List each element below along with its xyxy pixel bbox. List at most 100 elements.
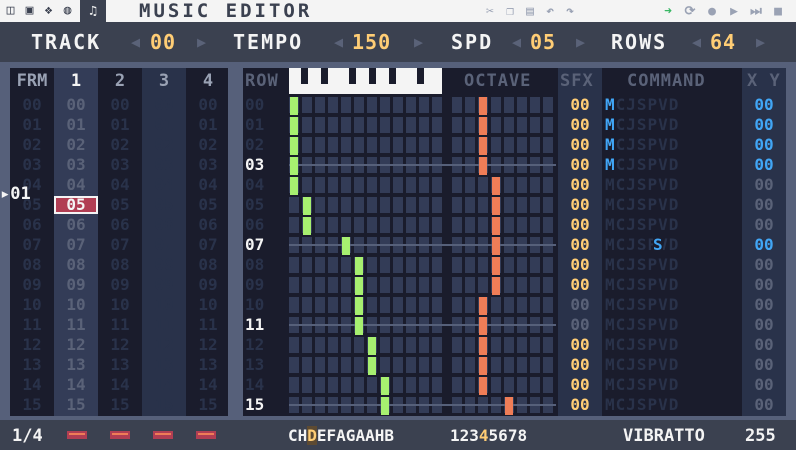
note-grid-cell[interactable]: [354, 357, 364, 373]
note-grid-cell[interactable]: [406, 97, 416, 113]
octave-grid-cell[interactable]: [530, 377, 540, 393]
octave-grid-cell[interactable]: [465, 217, 475, 233]
note-grid-cell[interactable]: [289, 197, 299, 213]
frame-cell[interactable]: 07: [54, 236, 98, 254]
octave-grid-cell[interactable]: [517, 377, 527, 393]
note-grid-cell[interactable]: [341, 197, 351, 213]
note-selector[interactable]: CHDEFAGAAHB: [288, 426, 394, 446]
octave-grid-cell[interactable]: [543, 377, 553, 393]
octave-grid-cell[interactable]: [491, 337, 501, 353]
octave-grid-cell[interactable]: [530, 117, 540, 133]
octave-grid-cell[interactable]: [530, 257, 540, 273]
octave-grid-cell[interactable]: [517, 137, 527, 153]
track-decrement-button[interactable]: ◀: [131, 31, 140, 53]
sfx-value[interactable]: 00: [558, 256, 602, 274]
octave-grid-cell[interactable]: [517, 217, 527, 233]
octave-grid-cell[interactable]: [530, 297, 540, 313]
music-icon[interactable]: ♫: [80, 0, 106, 22]
octave-grid-cell[interactable]: [504, 257, 514, 273]
xy-value[interactable]: 00: [742, 196, 786, 214]
frame-cell[interactable]: 12: [142, 336, 186, 354]
xy-value[interactable]: 00: [742, 396, 786, 414]
command-row[interactable]: MCJSPVD: [605, 136, 679, 154]
frame-cell[interactable]: 07: [98, 236, 142, 254]
note-grid-cell[interactable]: [328, 297, 338, 313]
frame-cell[interactable]: 07: [142, 236, 186, 254]
note-marker[interactable]: [355, 257, 363, 275]
frame-cell[interactable]: 05: [186, 196, 230, 214]
note-marker[interactable]: [368, 337, 376, 355]
frame-cell[interactable]: 00: [98, 96, 142, 114]
note-grid-cell[interactable]: [380, 297, 390, 313]
note-grid-cell[interactable]: [393, 137, 403, 153]
note-grid-cell[interactable]: [367, 117, 377, 133]
octave-grid-cell[interactable]: [517, 277, 527, 293]
note-grid-cell[interactable]: [419, 357, 429, 373]
note-grid-cell[interactable]: [393, 277, 403, 293]
note-grid-cell[interactable]: [354, 217, 364, 233]
note-grid-cell[interactable]: [432, 297, 442, 313]
note-grid-cell[interactable]: [341, 337, 351, 353]
note-marker[interactable]: [355, 297, 363, 315]
note-marker[interactable]: [303, 217, 311, 235]
octave-marker[interactable]: [492, 177, 500, 195]
frame-cell[interactable]: 11: [186, 316, 230, 334]
note-grid-cell[interactable]: [289, 337, 299, 353]
frame-cell[interactable]: 00: [54, 96, 98, 114]
sfx-value[interactable]: 00: [558, 356, 602, 374]
tempo-increment-button[interactable]: ▶: [414, 31, 423, 53]
octave-grid-cell[interactable]: [504, 137, 514, 153]
octave-grid-cell[interactable]: [530, 197, 540, 213]
note-grid-cell[interactable]: [367, 277, 377, 293]
octave-grid-cell[interactable]: [530, 217, 540, 233]
octave-grid-cell[interactable]: [465, 337, 475, 353]
note-grid-cell[interactable]: [406, 137, 416, 153]
octave-grid-cell[interactable]: [452, 337, 462, 353]
frame-cell[interactable]: 03: [98, 156, 142, 174]
channel-2-header[interactable]: 2: [98, 71, 142, 91]
note-grid-cell[interactable]: [406, 377, 416, 393]
note-grid-cell[interactable]: [393, 177, 403, 193]
frame-cell[interactable]: 09: [98, 276, 142, 294]
sfx-value[interactable]: 00: [558, 216, 602, 234]
frame-cell[interactable]: 10: [54, 296, 98, 314]
note-grid-cell[interactable]: [328, 117, 338, 133]
active-command[interactable]: M: [605, 136, 615, 154]
octave-marker[interactable]: [479, 337, 487, 355]
frame-cell[interactable]: 04: [186, 176, 230, 194]
note-grid-cell[interactable]: [393, 217, 403, 233]
note-grid-cell[interactable]: [406, 217, 416, 233]
xy-value[interactable]: 00: [742, 136, 786, 154]
octave-grid-cell[interactable]: [530, 137, 540, 153]
octave-grid-cell[interactable]: [504, 177, 514, 193]
frame-cell[interactable]: 08: [142, 256, 186, 274]
octave-grid-cell[interactable]: [530, 357, 540, 373]
note-grid-cell[interactable]: [302, 357, 312, 373]
frame-cell[interactable]: 12: [98, 336, 142, 354]
octave-grid-cell[interactable]: [543, 97, 553, 113]
play-frame-icon[interactable]: ⏭: [749, 4, 763, 18]
xy-value[interactable]: 00: [742, 296, 786, 314]
frame-cell[interactable]: 14: [98, 376, 142, 394]
octave-grid-cell[interactable]: [517, 297, 527, 313]
note-grid-cell[interactable]: [302, 257, 312, 273]
note-grid-cell[interactable]: [432, 377, 442, 393]
frame-cell[interactable]: 15: [54, 396, 98, 414]
octave-grid-cell[interactable]: [452, 377, 462, 393]
sfx-value[interactable]: 00: [558, 296, 602, 314]
frame-cell[interactable]: 02: [98, 136, 142, 154]
note-grid-cell[interactable]: [341, 357, 351, 373]
xy-value[interactable]: 00: [742, 336, 786, 354]
note-grid-cell[interactable]: [419, 257, 429, 273]
note-grid-cell[interactable]: [302, 297, 312, 313]
octave-grid-cell[interactable]: [517, 197, 527, 213]
frame-cell[interactable]: 12: [186, 336, 230, 354]
map-icon[interactable]: ❖: [42, 4, 55, 17]
follow-icon[interactable]: ➜: [661, 4, 675, 18]
tempo-decrement-button[interactable]: ◀: [334, 31, 343, 53]
note-grid-cell[interactable]: [419, 137, 429, 153]
octave-grid-cell[interactable]: [517, 337, 527, 353]
sfx-value[interactable]: 00: [558, 156, 602, 174]
frame-cell[interactable]: 05: [142, 196, 186, 214]
note-grid-cell[interactable]: [393, 117, 403, 133]
